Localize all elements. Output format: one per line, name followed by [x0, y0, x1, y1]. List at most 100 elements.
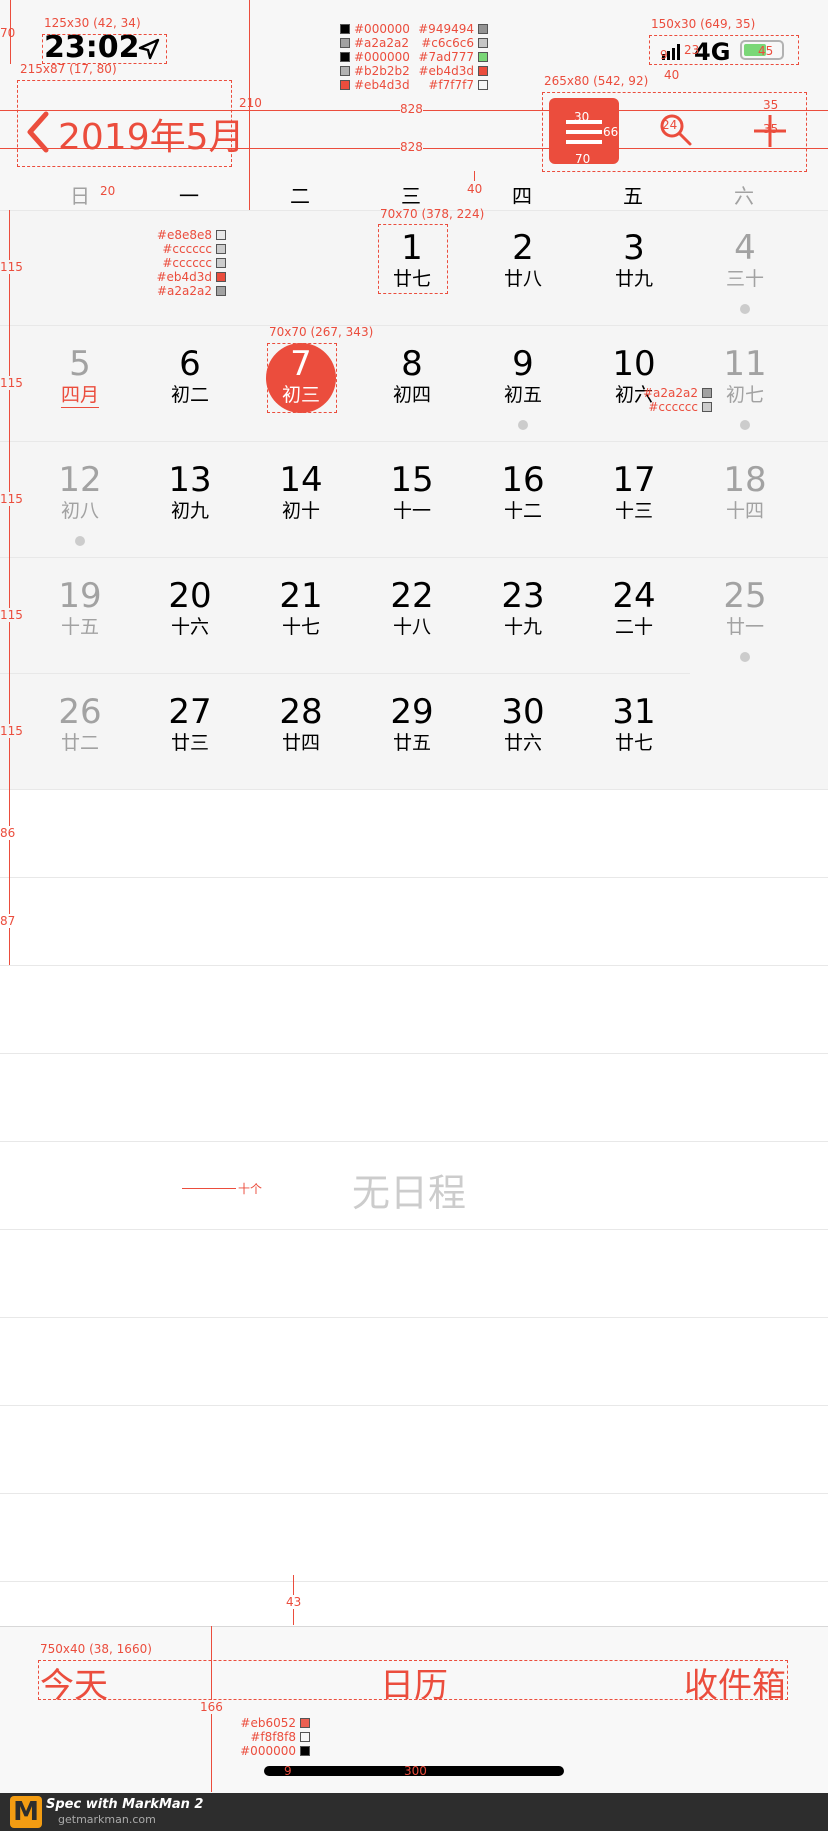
schedule-slot-divider [0, 1405, 828, 1406]
day-cell[interactable]: 29 廿五 [357, 692, 467, 754]
color-hex-label: #a2a2a2 [354, 36, 410, 50]
lunar-date: 十四 [725, 500, 764, 522]
color-hex-label: #f8f8f8 [250, 1730, 296, 1744]
day-number: 11 [723, 344, 767, 384]
schedule-slot-divider [0, 877, 828, 878]
color-hex-label: #c6c6c6 [421, 36, 474, 50]
color-swatch [216, 230, 226, 240]
color-hex-label: #eb4d3d [418, 64, 474, 78]
color-swatch [478, 38, 488, 48]
day-cell[interactable]: 2 廿八 [468, 228, 578, 290]
schedule-slot-divider [0, 1317, 828, 1318]
lunar-date: 十六 [170, 616, 209, 638]
lunar-date: 廿六 [503, 732, 542, 754]
color-swatch [300, 1746, 310, 1756]
lunar-date: 初二 [170, 384, 209, 406]
day-cell[interactable]: 25 廿一 [690, 576, 800, 638]
spec-label: 9 [284, 1764, 292, 1778]
event-dot [740, 652, 750, 662]
spec-box [17, 80, 232, 167]
color-swatch [478, 80, 488, 90]
day-cell[interactable]: 6 初二 [135, 344, 245, 406]
spec-label: 125x30 (42, 34) [44, 16, 141, 30]
lunar-date: 廿五 [392, 732, 431, 754]
day-number: 27 [168, 692, 212, 732]
lunar-date: 廿二 [60, 732, 99, 754]
day-cell[interactable]: 24 二十 [579, 576, 689, 638]
spec-line [182, 1188, 236, 1189]
day-cell[interactable]: 4 三十 [690, 228, 800, 290]
day-cell[interactable]: 19 十五 [25, 576, 135, 638]
day-cell[interactable]: 9 初五 [468, 344, 578, 406]
lunar-date: 十八 [392, 616, 431, 638]
day-number: 4 [734, 228, 756, 268]
spec-label: 115 [0, 724, 23, 738]
markman-logo-icon: M [10, 1796, 42, 1828]
day-cell[interactable]: 26 廿二 [25, 692, 135, 754]
color-hex-label: #a2a2a2 [642, 386, 698, 400]
day-number: 30 [501, 692, 545, 732]
color-swatch [478, 66, 488, 76]
spec-label: 115 [0, 608, 23, 622]
color-swatch [340, 66, 350, 76]
weekday-mon: 一 [179, 184, 199, 208]
day-cell[interactable]: 22 十八 [357, 576, 467, 638]
day-cell[interactable]: 23 十九 [468, 576, 578, 638]
spec-label: 828 [400, 140, 423, 154]
weekday-wed: 三 [401, 184, 421, 208]
spec-label: 9 [660, 48, 668, 62]
schedule-slot-divider [0, 1493, 828, 1494]
lunar-date: 十一 [392, 500, 431, 522]
day-cell[interactable]: 14 初十 [246, 460, 356, 522]
day-cell[interactable]: 12 初八 [25, 460, 135, 522]
day-cell[interactable]: 28 廿四 [246, 692, 356, 754]
day-cell[interactable]: 8 初四 [357, 344, 467, 406]
lunar-date: 初九 [170, 500, 209, 522]
color-hex-label: #a2a2a2 [156, 284, 212, 298]
day-number: 10 [612, 344, 656, 384]
day-cell[interactable]: 27 廿三 [135, 692, 245, 754]
divider [0, 1626, 828, 1627]
day-cell[interactable]: 3 廿九 [579, 228, 689, 290]
day-cell[interactable]: 30 廿六 [468, 692, 578, 754]
divider [0, 441, 828, 442]
day-cell[interactable]: 20 十六 [135, 576, 245, 638]
day-number: 22 [390, 576, 434, 616]
spec-label: 115 [0, 376, 23, 390]
color-hex-label: #e8e8e8 [156, 228, 212, 242]
color-hex-label: #eb6052 [240, 1716, 296, 1730]
color-swatch [300, 1732, 310, 1742]
markman-brand: Spec with MarkMan 2 [46, 1797, 204, 1812]
lunar-date: 初十 [281, 500, 320, 522]
weekday-tue: 二 [290, 184, 310, 208]
spec-label: 24 [662, 118, 678, 132]
spec-label: 45 [758, 44, 774, 58]
day-cell[interactable]: 18 十四 [690, 460, 800, 522]
lunar-date: 廿七 [614, 732, 653, 754]
day-number: 16 [501, 460, 545, 500]
day-cell[interactable]: 16 十二 [468, 460, 578, 522]
day-cell[interactable]: 21 十七 [246, 576, 356, 638]
schedule-slot-divider [0, 965, 828, 966]
spec-box [267, 343, 337, 413]
lunar-date: 初四 [392, 384, 431, 406]
spec-label: 828 [400, 102, 423, 116]
lunar-date: 廿九 [614, 268, 653, 290]
weekday-thu: 四 [512, 184, 532, 208]
day-cell[interactable]: 31 廿七 [579, 692, 689, 754]
color-swatch [340, 24, 350, 34]
lunar-date: 十二 [503, 500, 542, 522]
spec-label: 166 [200, 1700, 223, 1714]
spec-box [649, 35, 799, 65]
spec-label: 70 [575, 152, 591, 166]
event-dot [75, 536, 85, 546]
spec-label: 40 [467, 182, 483, 196]
spec-label: 23 [684, 43, 700, 57]
day-cell[interactable]: 13 初九 [135, 460, 245, 522]
lunar-date: 廿三 [170, 732, 209, 754]
day-cell[interactable]: 15 十一 [357, 460, 467, 522]
day-cell[interactable]: 5 四月 [25, 344, 135, 406]
spec-label: 35 [763, 122, 779, 136]
spec-box [378, 224, 448, 294]
day-cell[interactable]: 17 十三 [579, 460, 689, 522]
